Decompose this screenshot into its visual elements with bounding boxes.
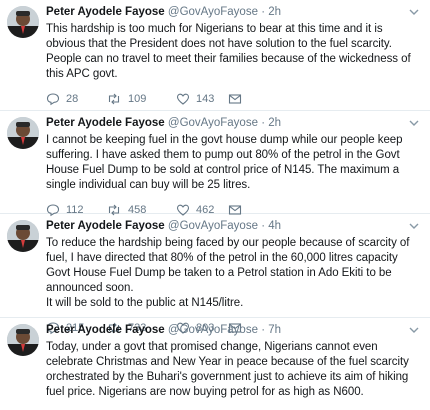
tweet[interactable]: Peter Ayodele Fayose @GovAyoFayose · 2h … xyxy=(0,111,430,217)
tweet-header: Peter Ayodele Fayose @GovAyoFayose · 2h xyxy=(46,116,422,131)
user-handle[interactable]: @GovAyoFayose xyxy=(168,324,258,336)
tweet[interactable]: Peter Ayodele Fayose @GovAyoFayose · 4h … xyxy=(0,214,430,335)
chevron-down-icon[interactable] xyxy=(408,6,420,18)
user-name[interactable]: Peter Ayodele Fayose xyxy=(46,117,165,129)
tweet-text: I cannot be keeping fuel in the govt hou… xyxy=(46,133,422,193)
timestamp[interactable]: 4h xyxy=(268,220,281,232)
direct-message-icon xyxy=(228,94,242,104)
tweet-paragraph: People can no travel to meet their famil… xyxy=(46,53,411,80)
retweet-icon xyxy=(108,93,120,105)
user-handle[interactable]: @GovAyoFayose xyxy=(168,117,258,129)
avatar[interactable] xyxy=(7,324,39,356)
timestamp[interactable]: 2h xyxy=(268,6,281,18)
tweet-text: To reduce the hardship being faced by ou… xyxy=(46,236,422,311)
separator: · xyxy=(261,220,266,232)
separator: · xyxy=(261,324,266,336)
tweet-header: Peter Ayodele Fayose @GovAyoFayose · 7h xyxy=(46,323,422,338)
tweet-paragraph: It will be sold to the public at N145/li… xyxy=(46,297,244,309)
like-button[interactable]: 143 xyxy=(176,92,228,106)
avatar-image xyxy=(7,6,39,38)
separator: · xyxy=(261,117,266,129)
timestamp[interactable]: 7h xyxy=(268,324,281,336)
tweet[interactable]: Peter Ayodele Fayose @GovAyoFayose · 7h … xyxy=(0,318,430,410)
user-name[interactable]: Peter Ayodele Fayose xyxy=(46,324,165,336)
avatar-image xyxy=(7,220,39,252)
retweet-button[interactable]: 109 xyxy=(106,92,176,106)
tweet-text: Today, under a govt that promised change… xyxy=(46,340,422,400)
like-count: 143 xyxy=(196,93,215,105)
tweet-header: Peter Ayodele Fayose @GovAyoFayose · 4h xyxy=(46,219,422,234)
retweet-count: 109 xyxy=(128,93,147,105)
tweet-paragraph: I cannot be keeping fuel in the govt hou… xyxy=(46,134,403,191)
user-handle[interactable]: @GovAyoFayose xyxy=(168,6,258,18)
tweet-timeline: Peter Ayodele Fayose @GovAyoFayose · 2h … xyxy=(0,0,430,410)
timestamp[interactable]: 2h xyxy=(268,117,281,129)
chevron-down-icon[interactable] xyxy=(408,220,420,232)
reply-count: 28 xyxy=(66,93,79,105)
user-name[interactable]: Peter Ayodele Fayose xyxy=(46,220,165,232)
user-handle[interactable]: @GovAyoFayose xyxy=(168,220,258,232)
avatar[interactable] xyxy=(7,6,39,38)
tweet-paragraph: Today, under a govt that promised change… xyxy=(46,341,409,398)
reply-button[interactable]: 28 xyxy=(46,92,106,106)
reply-icon xyxy=(46,93,60,106)
tweet-paragraph: To reduce the hardship being faced by ou… xyxy=(46,237,410,294)
separator: · xyxy=(261,6,266,18)
tweet-text: This hardship is too much for Nigerians … xyxy=(46,22,422,82)
chevron-down-icon[interactable] xyxy=(408,324,420,336)
chevron-down-icon[interactable] xyxy=(408,117,420,129)
user-name[interactable]: Peter Ayodele Fayose xyxy=(46,6,165,18)
tweet-header: Peter Ayodele Fayose @GovAyoFayose · 2h xyxy=(46,5,422,20)
heart-icon xyxy=(176,93,190,105)
tweet-paragraph: This hardship is too much for Nigerians … xyxy=(46,23,392,50)
avatar-image xyxy=(7,117,39,149)
avatar[interactable] xyxy=(7,220,39,252)
avatar-image xyxy=(7,324,39,356)
direct-message-button[interactable] xyxy=(228,92,248,106)
avatar[interactable] xyxy=(7,117,39,149)
tweet[interactable]: Peter Ayodele Fayose @GovAyoFayose · 2h … xyxy=(0,0,430,111)
tweet-actions: 28 109 143 xyxy=(46,86,422,112)
